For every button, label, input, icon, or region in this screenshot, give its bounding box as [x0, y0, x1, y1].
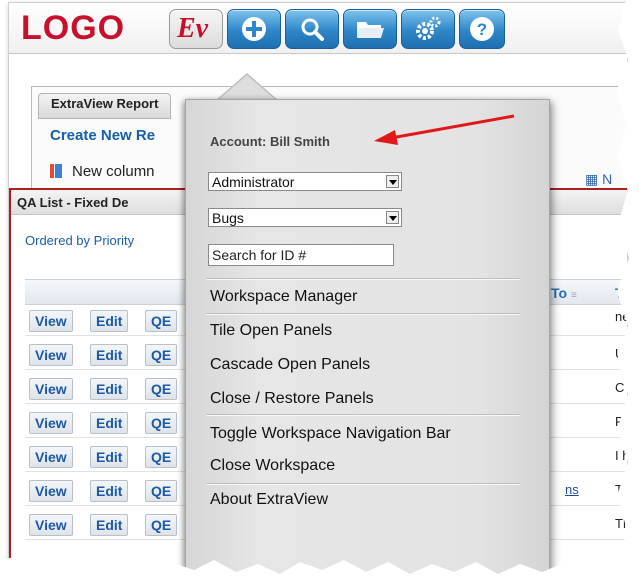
torn-edge-decoration — [0, 0, 639, 586]
